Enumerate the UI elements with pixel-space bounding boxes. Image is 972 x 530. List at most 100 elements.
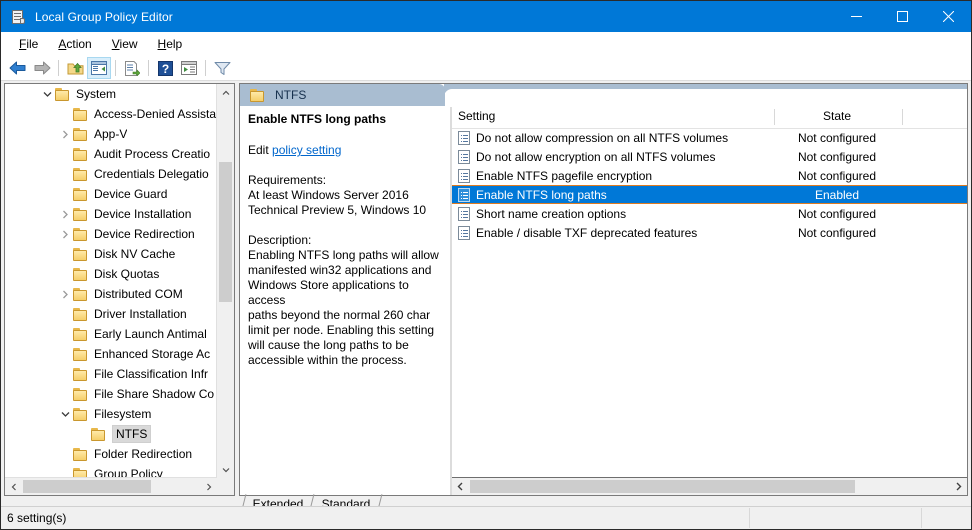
chevron-down-icon[interactable] <box>57 404 73 424</box>
tree-item-enhanced-storage-ac[interactable]: Enhanced Storage Ac <box>5 344 217 364</box>
tree-item-label: NTFS <box>112 425 152 443</box>
results-pane: NTFS Enable NTFS long paths Edit policy … <box>239 83 968 496</box>
requirements-label: Requirements: <box>248 173 327 187</box>
chevron-down-icon[interactable] <box>39 84 55 104</box>
tree-item-device-guard[interactable]: Device Guard <box>5 184 217 204</box>
tree-item-driver-installation[interactable]: Driver Installation <box>5 304 217 324</box>
list-scroll-left-button[interactable] <box>452 478 469 495</box>
tree-scroll-right-button[interactable] <box>200 478 217 495</box>
tree-item-label: Access-Denied Assista <box>94 107 217 121</box>
tree-item-label: Device Redirection <box>94 227 195 241</box>
tree-scroll-corner <box>217 478 234 495</box>
tree-item-disk-quotas[interactable]: Disk Quotas <box>5 264 217 284</box>
filter-button[interactable] <box>210 57 234 79</box>
forward-button[interactable] <box>30 57 54 79</box>
column-divider[interactable] <box>902 109 903 125</box>
toolbar-separator <box>115 60 116 76</box>
tree-item-credentials-delegatio[interactable]: Credentials Delegatio <box>5 164 217 184</box>
tree-item-audit-process-creatio[interactable]: Audit Process Creatio <box>5 144 217 164</box>
table-row[interactable]: Short name creation options Not configure… <box>452 204 967 223</box>
maximize-button[interactable] <box>879 1 925 32</box>
settings-list[interactable]: Do not allow compression on all NTFS vol… <box>452 128 967 242</box>
tree-item-filesystem[interactable]: Filesystem <box>5 404 217 424</box>
tree-item-label: Credentials Delegatio <box>94 167 209 181</box>
back-button[interactable] <box>6 57 30 79</box>
tree-item-file-classification-infr[interactable]: File Classification Infr <box>5 364 217 384</box>
menu-item-view[interactable]: View <box>102 35 148 53</box>
edit-prefix-label: Edit <box>248 143 269 157</box>
tree-item-disk-nv-cache[interactable]: Disk NV Cache <box>5 244 217 264</box>
policy-setting-icon <box>458 225 470 240</box>
column-header-setting[interactable]: Setting <box>458 109 495 123</box>
tree-scroll-down-button[interactable] <box>217 461 234 478</box>
console-tree-pane: System Access-Denied Assista App-V Audit Pr… <box>4 83 235 496</box>
menu-item-action[interactable]: Action <box>48 35 101 53</box>
main-area: System Access-Denied Assista App-V Audit Pr… <box>1 81 971 514</box>
tree-item-label: App-V <box>94 127 128 141</box>
tree-item-app-v[interactable]: App-V <box>5 124 217 144</box>
tree-item-folder-redirection[interactable]: Folder Redirection <box>5 444 217 464</box>
settings-list-pane: Setting State Do not allow compression o… <box>452 106 967 495</box>
folder-icon <box>73 407 89 421</box>
table-row[interactable]: Enable NTFS long paths Enabled <box>452 185 967 204</box>
tree-scroll-thumb[interactable] <box>219 162 232 302</box>
chevron-right-icon[interactable] <box>57 124 73 144</box>
console-tree[interactable]: System Access-Denied Assista App-V Audit Pr… <box>5 84 217 478</box>
tree-item-device-installation[interactable]: Device Installation <box>5 204 217 224</box>
table-row[interactable]: Do not allow encryption on all NTFS volu… <box>452 147 967 166</box>
tree-item-system[interactable]: System <box>5 84 217 104</box>
toolbar: ? <box>1 56 971 81</box>
tree-item-ntfs[interactable]: NTFS <box>5 424 217 444</box>
tree-item-access-denied-assista[interactable]: Access-Denied Assista <box>5 104 217 124</box>
minimize-button[interactable] <box>833 1 879 32</box>
column-divider[interactable] <box>774 109 775 125</box>
description-line: Enabling NTFS long paths will allow <box>248 248 439 262</box>
show-hide-console-tree-button[interactable] <box>87 57 111 79</box>
tree-item-label: Filesystem <box>94 407 152 421</box>
requirements-line: Technical Preview 5, Windows 10 <box>248 203 427 217</box>
show-hide-action-pane-button[interactable] <box>177 57 201 79</box>
setting-name-cell: Enable / disable TXF deprecated features <box>476 225 698 240</box>
policy-scroll-icon <box>10 9 26 25</box>
folder-icon <box>55 87 71 101</box>
column-header-state[interactable]: State <box>782 109 892 123</box>
chevron-right-icon[interactable] <box>57 284 73 304</box>
table-row[interactable]: Enable NTFS pagefile encryption Not confi… <box>452 166 967 185</box>
tree-scroll-left-button[interactable] <box>5 478 22 495</box>
title-bar[interactable]: Local Group Policy Editor <box>1 1 971 32</box>
folder-icon <box>73 247 89 261</box>
tree-item-label: Audit Process Creatio <box>94 147 211 161</box>
tree-item-distributed-com[interactable]: Distributed COM <box>5 284 217 304</box>
menu-item-help[interactable]: Help <box>148 35 193 53</box>
help-button[interactable]: ? <box>153 57 177 79</box>
chevron-right-icon[interactable] <box>57 224 73 244</box>
svg-text:?: ? <box>161 62 168 76</box>
table-row[interactable]: Enable / disable TXF deprecated features… <box>452 223 967 242</box>
menu-item-file[interactable]: File <box>9 35 48 53</box>
tree-item-group-policy[interactable]: Group Policy <box>5 464 217 478</box>
up-one-level-button[interactable] <box>63 57 87 79</box>
list-column-headers: Setting State <box>452 106 967 129</box>
list-horizontal-scrollbar[interactable] <box>452 477 967 495</box>
tree-hscroll-thumb[interactable] <box>23 480 151 493</box>
tree-vertical-scrollbar[interactable] <box>216 84 234 478</box>
folder-icon <box>73 187 89 201</box>
tree-item-label: Device Installation <box>94 207 192 221</box>
tree-item-device-redirection[interactable]: Device Redirection <box>5 224 217 244</box>
close-button[interactable] <box>925 1 971 32</box>
results-pane-header: NTFS <box>240 84 445 106</box>
list-hscroll-thumb[interactable] <box>470 480 855 493</box>
tree-item-early-launch-antimal[interactable]: Early Launch Antimal <box>5 324 217 344</box>
tree-horizontal-scrollbar[interactable] <box>5 477 217 495</box>
tree-scroll-up-button[interactable] <box>217 84 234 101</box>
table-row[interactable]: Do not allow compression on all NTFS vol… <box>452 128 967 147</box>
export-list-button[interactable] <box>120 57 144 79</box>
chevron-right-icon[interactable] <box>57 204 73 224</box>
tree-item-label: Disk Quotas <box>94 267 160 281</box>
policy-setting-link[interactable]: policy setting <box>272 143 341 157</box>
tree-item-file-share-shadow-co[interactable]: File Share Shadow Co <box>5 384 217 404</box>
list-scroll-right-button[interactable] <box>950 478 967 495</box>
